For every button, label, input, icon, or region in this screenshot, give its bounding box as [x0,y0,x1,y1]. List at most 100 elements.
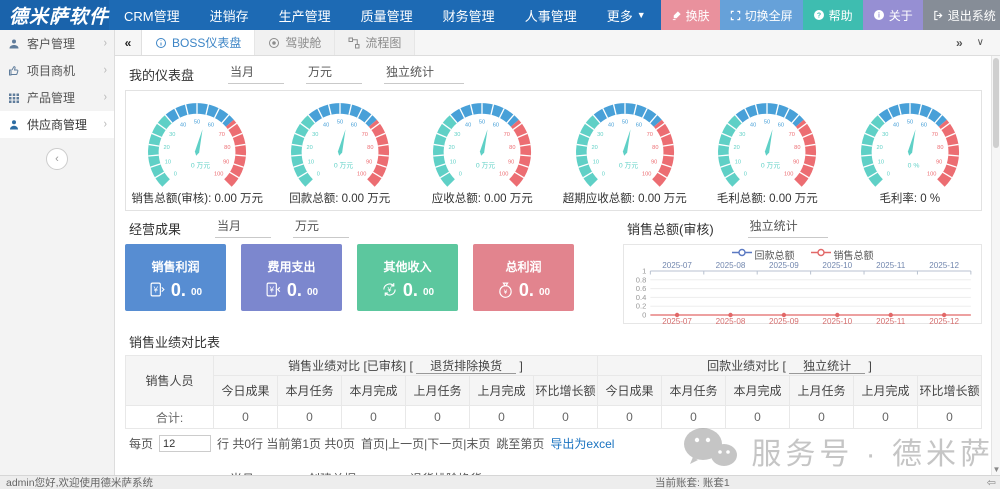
card-value: 0. [519,282,534,298]
back-arrow-icon[interactable]: ⇦ [987,476,996,489]
about-icon: i [873,9,885,21]
menu-item[interactable]: 质量管理 [346,0,428,30]
svg-text:30: 30 [739,132,745,138]
scrollbar-down-icon[interactable]: ▼ [992,465,1000,474]
results-filter[interactable]: 万元 [293,217,349,238]
skin-button[interactable]: 换肤 [661,0,720,30]
legend-marker-icon [732,248,752,260]
gauge: 01020304050607080901000 万元毛利总额: 0.00 万元 [696,93,839,206]
export-excel-link[interactable]: 导出为excel [550,435,614,452]
tabs-menu-icon[interactable]: ∨ [977,37,984,48]
svg-text:2025-11: 2025-11 [876,261,906,270]
menu-item[interactable]: 财务管理 [428,0,510,30]
tab-BOSS仪表盘[interactable]: BOSS仪表盘 [141,30,255,55]
legend-item[interactable]: 回款总额 [732,247,795,262]
svg-text:90: 90 [793,159,799,165]
svg-text:40: 40 [608,123,614,129]
tab-驾驶舱[interactable]: 驾驶舱 [255,30,335,55]
about-button[interactable]: i关于 [863,0,923,30]
svg-text:i: i [878,13,880,20]
tabs-forward-icon[interactable]: » [956,36,963,50]
per-page-label: 每页 [129,435,153,452]
help-button[interactable]: ?帮助 [803,0,863,30]
svg-text:60: 60 [636,123,642,129]
tabs-collapse-icon[interactable]: « [115,30,141,55]
svg-text:30: 30 [312,132,318,138]
svg-text:0 万元: 0 万元 [761,161,781,169]
gauge-label: 回款总额: 0.00 万元 [269,190,412,206]
svg-text:10: 10 [735,159,741,165]
dashboard-filter[interactable]: 万元 [306,63,362,84]
svg-text:60: 60 [351,123,357,129]
thumbsup-icon [7,64,21,78]
svg-text:2025-10: 2025-10 [822,261,852,270]
svg-text:20: 20 [306,145,312,151]
card-label: 费用支出 [267,258,315,275]
sidebar-item-label: 产品管理 [27,89,75,106]
total-value: 0 [470,406,534,429]
yen-cycle-icon: ¥ [381,281,398,298]
jump-to-page[interactable]: 跳至第页 [496,435,544,452]
page-nav-links[interactable]: 首页|上一页|下一页|末页 [361,435,490,452]
target-icon [268,37,280,49]
card-label: 其他收入 [383,258,431,275]
chart-filter[interactable]: 独立统计 [748,217,828,238]
svg-text:100: 100 [642,172,651,178]
chart-legend: 回款总额 销售总额 [624,247,981,261]
sidebar-collapse-button[interactable]: ‹ [46,148,68,170]
svg-text:20: 20 [164,145,170,151]
gauge-dial: 01020304050607080901000 万元 [696,93,839,193]
svg-text:1: 1 [642,267,646,276]
logout-button[interactable]: 退出系统 [923,0,1000,30]
legend-item[interactable]: 销售总额 [811,247,874,262]
chevron-right-icon: › [104,91,107,104]
svg-text:0: 0 [316,172,319,178]
sidebar-item-客户管理[interactable]: 客户管理› [0,30,114,57]
line-chart: 10.80.60.40.202025-072025-072025-082025-… [624,261,981,330]
svg-text:2025-12: 2025-12 [929,261,959,270]
scrollbar-thumb[interactable] [993,58,999,148]
group-filter-link[interactable]: 退货排除换货 [416,359,516,374]
skin-icon [671,10,682,21]
gauge-label: 毛利总额: 0.00 万元 [696,190,839,206]
svg-text:70: 70 [789,132,795,138]
svg-text:80: 80 [652,145,658,151]
fullscreen-icon [730,10,741,21]
svg-text:100: 100 [499,172,508,178]
total-value: 0 [214,406,278,429]
results-filter[interactable]: 当月 [215,217,271,238]
total-value: 0 [726,406,790,429]
menu-item[interactable]: 生产管理 [264,0,346,30]
col-header: 上月任务 [406,376,470,406]
menu-item[interactable]: 进销存 [195,0,264,30]
svg-text:30: 30 [169,132,175,138]
menu-item[interactable]: CRM管理 [109,0,195,30]
chevron-right-icon: › [104,64,107,77]
content-scrollbar[interactable]: ▼ [991,56,1000,475]
menu-item[interactable]: 人事管理 [510,0,592,30]
fullscreen-button[interactable]: 切换全屏 [720,0,803,30]
dashboard-filter[interactable]: 当月 [228,63,284,84]
stat-card-销售利润: 销售利润¥0.00 [125,244,226,311]
dashboard-filters: 当月 万元 独立统计 [228,63,486,84]
tab-label: BOSS仪表盘 [172,34,241,51]
svg-text:2025-08: 2025-08 [716,317,746,326]
sidebar-item-产品管理[interactable]: 产品管理 › [0,84,114,111]
total-label: 合计: [126,406,214,429]
tab-流程图[interactable]: 流程图 [335,30,415,55]
dashboard-filter[interactable]: 独立统计 [384,63,464,84]
col-header: 上月完成 [470,376,534,406]
group-filter-link[interactable]: 独立统计 [789,359,865,374]
navbar-menu: CRM管理进销存生产管理质量管理财务管理人事管理更多▼ [109,0,661,30]
per-page-input[interactable] [159,435,211,452]
sidebar-item-供应商管理[interactable]: 供应商管理› [0,111,114,138]
chevron-right-icon: › [104,37,107,50]
chart-section: 销售总额(审核) 独立统计 回款总额销售总额 10.80.60.40.20202… [623,216,982,324]
group-header: 回款业绩对比 [ 独立统计 ] [598,356,982,376]
account-set-text: 当前账套: 账套1 [655,475,730,489]
svg-text:2025-12: 2025-12 [929,317,959,326]
sidebar-item-项目商机[interactable]: 项目商机› [0,57,114,84]
svg-text:10: 10 [877,159,883,165]
menu-item-more[interactable]: 更多▼ [592,0,661,30]
card-label: 总利润 [505,258,541,275]
